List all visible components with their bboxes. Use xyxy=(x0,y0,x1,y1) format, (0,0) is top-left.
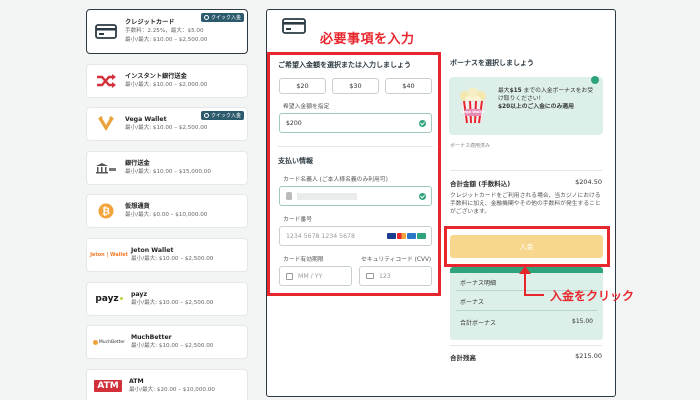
bonus-total-value: $15.00 xyxy=(572,318,593,325)
popcorn-bonus-icon: Vega Wallet xyxy=(455,87,491,125)
method-limits: 最小/最大: $10.00 – $2,500.00 xyxy=(131,255,214,262)
bonus-amount: $15 xyxy=(509,88,522,94)
method-name: ATM xyxy=(129,377,144,385)
method-payz[interactable]: payz payz 最小/最大: $10.00 – $2,500.00 xyxy=(86,281,248,316)
arrow-connector xyxy=(524,294,544,296)
atm-logo-icon: ATM xyxy=(93,377,123,395)
method-limits: 最小/最大: $10.00 – $2,500.00 xyxy=(131,343,214,350)
svg-text:₿: ₿ xyxy=(102,206,110,218)
method-name: 仮想通貨 xyxy=(125,203,150,211)
bonus-total-row: 合計ボーナス $15.00 xyxy=(460,318,593,327)
jeton-logo-text: Jeton | Wallet xyxy=(90,251,128,258)
bonus-detail-row: ボーナス明細 xyxy=(460,278,593,287)
shuffle-icon xyxy=(93,72,119,90)
clock-icon xyxy=(203,113,209,119)
method-limits: 最小/最大: $10.00 – $15,000.00 xyxy=(125,168,211,175)
method-vega-wallet[interactable]: Vega Wallet 最小/最大: $10.00 – $2,500.00 クイ… xyxy=(86,107,248,142)
method-fee: 手数料：2.25%，最大：$5.00 xyxy=(125,28,204,34)
bonus-applied-note: ボーナス適用済み xyxy=(450,143,491,149)
method-limits: 最小/最大: $10.00 – $2,500.00 xyxy=(125,37,208,43)
badge-label: クイック入金 xyxy=(210,15,241,21)
method-limits: 最小/最大: $10.00 – $2,500.00 xyxy=(125,125,208,132)
method-name: Vega Wallet xyxy=(125,116,167,124)
jeton-logo-icon: Jeton | Wallet xyxy=(90,246,128,264)
bonus-option-card[interactable]: Vega Wallet 最大$15 までの入金ボーナスをお受け取りください! $… xyxy=(449,76,603,135)
balance-value: $215.00 xyxy=(575,352,602,360)
divider xyxy=(450,170,602,171)
fee-note: クレジットカードをご利用される場合、当カジノにおける手数料に加え、金融機関やその… xyxy=(450,193,601,215)
summary-divider xyxy=(456,310,597,311)
total-amount-row: 合計金額 (手数料込) $204.50 xyxy=(450,178,602,188)
payz-logo-text: payz xyxy=(95,293,119,304)
bonus-text-a: 最大 xyxy=(498,88,510,94)
total-value: $204.50 xyxy=(575,178,602,186)
divider xyxy=(450,345,602,346)
bonus-logo-text: Vega Wallet xyxy=(461,110,485,114)
method-name: インスタント銀行送金 xyxy=(125,72,187,80)
check-icon xyxy=(591,76,599,84)
method-muchbetter[interactable]: MuchBetter MuchBetter 最小/最大: $10.00 – $2… xyxy=(86,325,248,360)
method-name: Jeton Wallet xyxy=(131,246,174,254)
balance-row: 合計残高 $215.00 xyxy=(450,352,602,362)
clock-icon xyxy=(203,15,209,20)
payz-logo-icon: payz xyxy=(93,290,125,308)
badge-label: クイック入金 xyxy=(210,113,241,120)
bitcoin-icon: ₿ xyxy=(93,202,119,220)
method-jeton-wallet[interactable]: Jeton | Wallet Jeton Wallet 最小/最大: $10.0… xyxy=(86,237,248,272)
quick-deposit-badge: クイック入金 xyxy=(200,111,244,121)
method-limits: 最小/最大: $10.00 – $2,500.00 xyxy=(131,299,214,306)
deposit-click-callout: 入金をクリック xyxy=(550,289,635,303)
payment-method-list: クレジットカード 手数料：2.25%，最大：$5.00 最小/最大: $10.0… xyxy=(86,9,248,400)
method-limits: 最小/最大: $10.00 – $2,000.00 xyxy=(125,81,208,88)
bank-icon xyxy=(93,159,119,177)
bonus-condition: $20以上のご入金にのみ適用 xyxy=(498,104,574,110)
page-background: クレジットカード 手数料：2.25%，最大：$5.00 最小/最大: $10.0… xyxy=(0,0,700,400)
form-highlight-box xyxy=(267,52,441,296)
muchbetter-dot-icon xyxy=(93,339,98,345)
method-limits: 最小/最大: $20.00 – $10,000.00 xyxy=(129,386,215,393)
method-name: クレジットカード xyxy=(125,19,175,26)
total-label: 合計金額 (手数料込) xyxy=(450,180,511,188)
form-annotation-title: 必要事項を入力 xyxy=(320,32,415,47)
method-name: 銀行送金 xyxy=(125,159,150,167)
method-credit-card[interactable]: クレジットカード 手数料：2.25%，最大：$5.00 最小/最大: $10.0… xyxy=(86,9,248,54)
muchbetter-logo-text: MuchBetter xyxy=(98,339,125,345)
method-name: MuchBetter xyxy=(131,334,172,342)
bonus-description: 最大$15 までの入金ボーナスをお受け取りください! $20以上のご入金にのみ適… xyxy=(498,87,598,111)
button-highlight-box xyxy=(444,226,610,267)
method-bank-transfer[interactable]: 銀行送金 最小/最大: $10.00 – $15,000.00 xyxy=(86,150,248,185)
quick-deposit-badge: クイック入金 xyxy=(200,13,244,22)
atm-logo-text: ATM xyxy=(94,379,122,392)
method-instant-bank[interactable]: インスタント銀行送金 最小/最大: $10.00 – $2,000.00 xyxy=(86,63,248,98)
credit-card-icon xyxy=(282,18,306,36)
payz-dot-icon xyxy=(119,297,123,301)
method-name: payz xyxy=(131,290,148,298)
method-crypto[interactable]: ₿ 仮想通貨 最小/最大: $0.00 – $10,000.00 xyxy=(86,194,248,229)
method-atm[interactable]: ATM ATM 最小/最大: $20.00 – $10,000.00 xyxy=(86,368,248,400)
muchbetter-logo-icon: MuchBetter xyxy=(93,333,125,351)
bonus-section-title: ボーナスを選択しましょう xyxy=(450,59,534,67)
bonus-total-label: 合計ボーナス xyxy=(460,320,497,327)
bonus-detail-label: ボーナス明細 xyxy=(460,280,497,287)
balance-label: 合計残高 xyxy=(450,354,476,362)
credit-card-icon xyxy=(93,23,119,41)
method-limits: 最小/最大: $0.00 – $10,000.00 xyxy=(125,212,208,219)
vega-logo-icon xyxy=(93,115,119,133)
arrow-shaft xyxy=(524,271,526,295)
bonus-label: ボーナス xyxy=(460,299,485,306)
